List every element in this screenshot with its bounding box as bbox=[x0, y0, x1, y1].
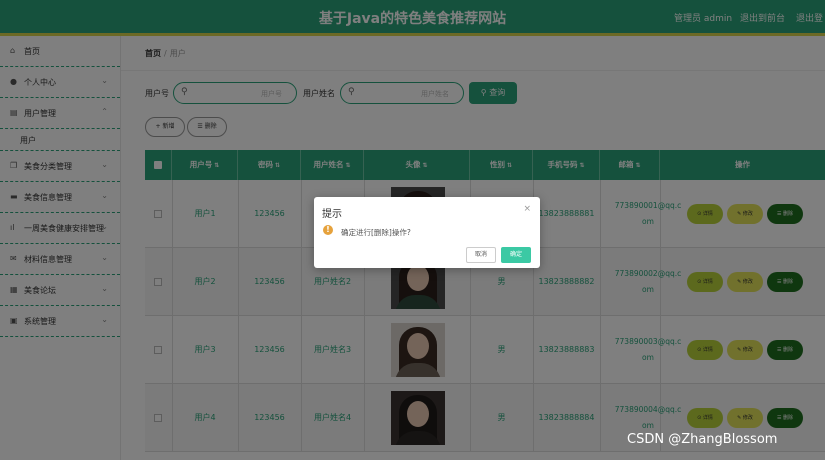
dialog-title: 提示 bbox=[322, 209, 342, 220]
confirm-button[interactable]: 确定 bbox=[501, 247, 531, 263]
close-icon[interactable]: × bbox=[523, 204, 531, 214]
cancel-button[interactable]: 取消 bbox=[466, 247, 496, 263]
confirm-dialog: 提示 × ! 确定进行[删除]操作? 取消 确定 bbox=[314, 197, 540, 268]
watermark: CSDN @ZhangBlossom bbox=[627, 432, 778, 447]
dialog-message: 确定进行[删除]操作? bbox=[341, 228, 411, 237]
warning-icon: ! bbox=[323, 225, 333, 235]
